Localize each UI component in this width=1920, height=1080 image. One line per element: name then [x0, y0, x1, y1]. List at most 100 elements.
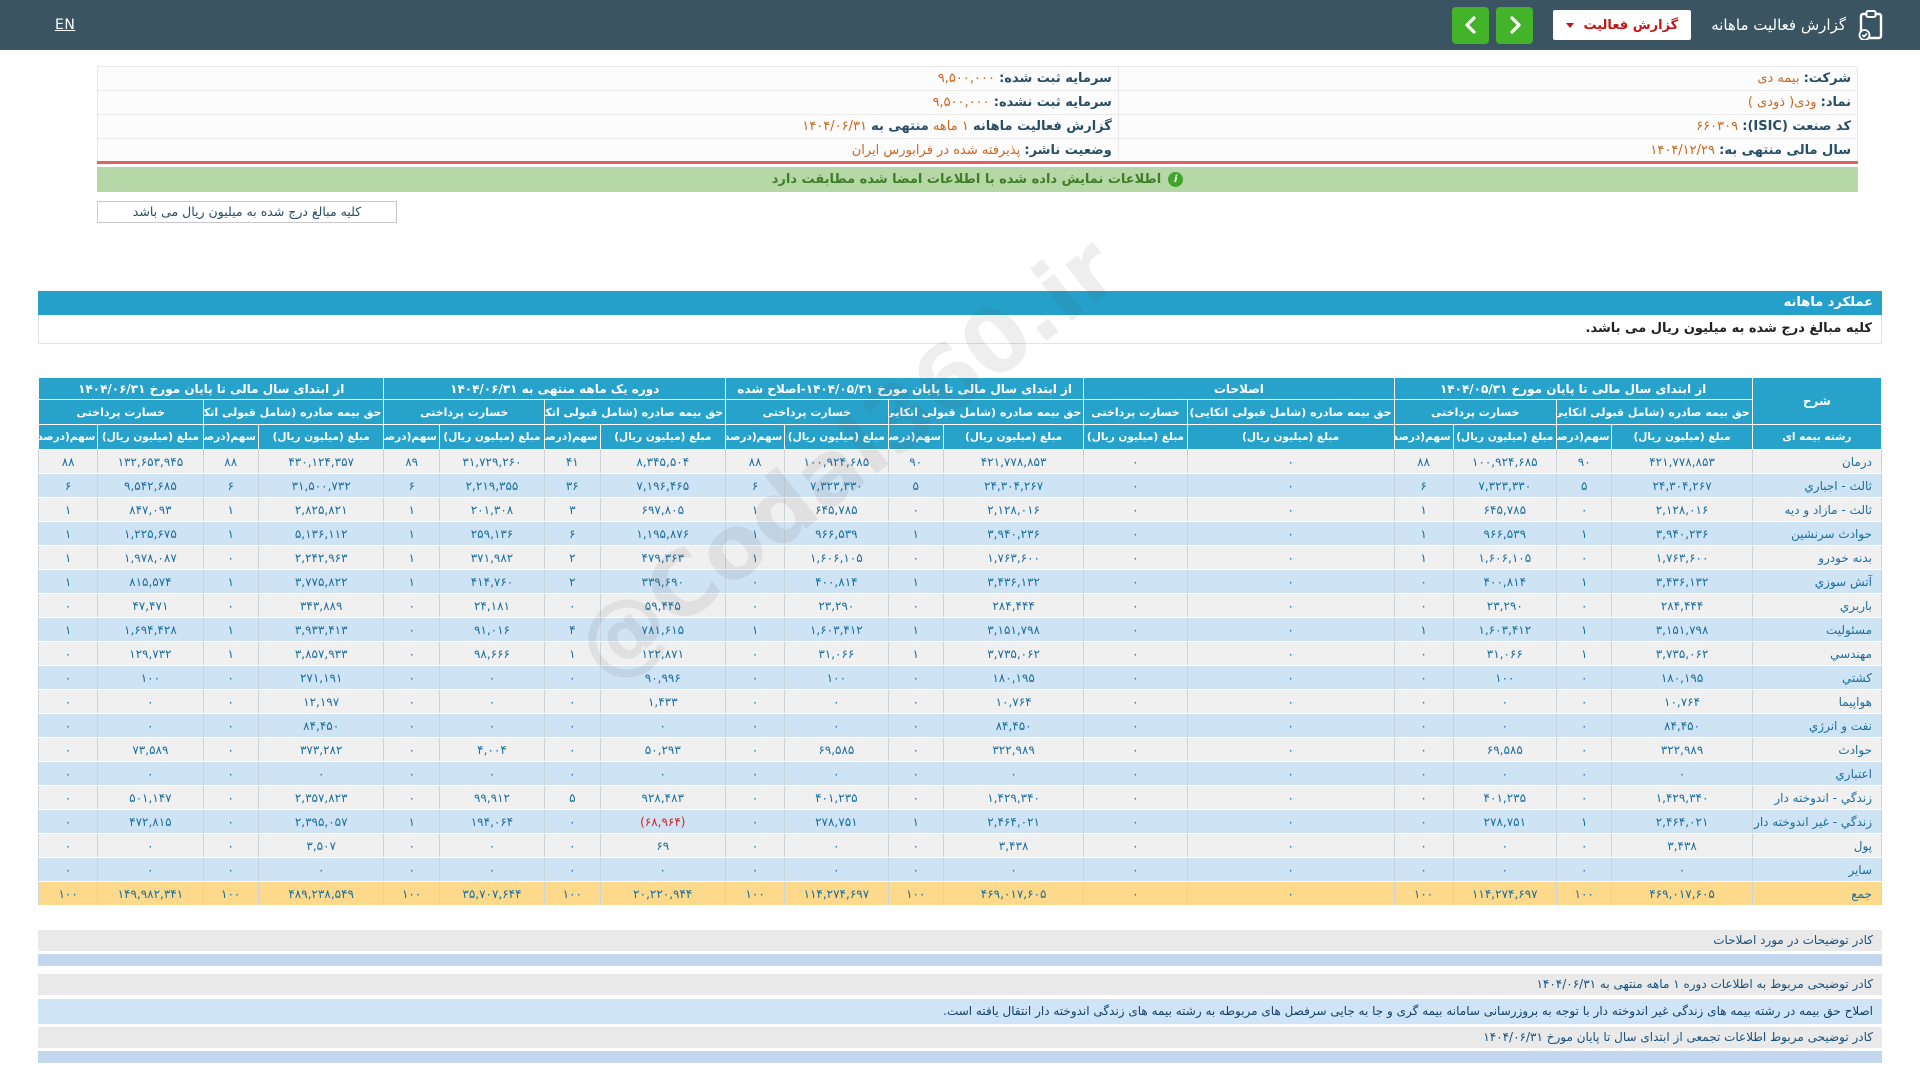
row-label: هواپيما: [1752, 690, 1881, 714]
table-cell: ۰: [1084, 714, 1187, 738]
table-cell: ۶۹,۵۸۵: [1453, 738, 1556, 762]
table-cell: ۰: [888, 762, 943, 786]
table-cell: ۵: [545, 786, 600, 810]
table-cell: ۱: [888, 810, 943, 834]
table-cell: ۴۳۰,۱۲۴,۳۵۷: [258, 450, 384, 474]
symbol-value: ودی( ذودی ): [1748, 95, 1817, 110]
table-cell: ۳۱,۰۶۶: [785, 642, 888, 666]
company-cell: شرکت: بیمه دی: [1118, 67, 1857, 91]
header-group-ytd-prev: از ابتدای سال مالی تا پایان مورخ ۱۴۰۴/۰۵…: [1394, 378, 1752, 400]
table-cell: ۰: [1557, 690, 1612, 714]
table-cell: ۰: [726, 858, 785, 882]
header-share: سهم(درصد): [545, 425, 600, 450]
table-cell: ۰: [1187, 546, 1394, 570]
table-cell: ۰: [726, 570, 785, 594]
capital-unregistered-label: سرمایه ثبت نشده:: [994, 95, 1112, 110]
table-cell: ۰: [1084, 498, 1187, 522]
table-cell: ۰: [39, 666, 98, 690]
header-premium: حق بیمه صادره (شامل قبولی اتکایی): [888, 400, 1084, 425]
chevron-down-icon: [1566, 23, 1574, 28]
capital-registered-value: ۹,۵۰۰,۰۰۰: [938, 71, 995, 86]
table-cell: ۰: [384, 666, 439, 690]
table-cell: ۰: [1557, 666, 1612, 690]
chevron-right-button[interactable]: [1496, 7, 1533, 44]
table-cell: ۱: [203, 498, 258, 522]
table-cell: ۰: [1187, 858, 1394, 882]
table-cell: ۶: [384, 474, 439, 498]
table-cell: ۸۱۵,۵۷۴: [98, 570, 203, 594]
table-cell: ۱۰,۷۶۴: [943, 690, 1083, 714]
table-cell: ۰: [384, 786, 439, 810]
table-cell: ۰: [1394, 738, 1453, 762]
table-row: مهندسي۳,۷۳۵,۰۶۲۱۳۱,۰۶۶۰۰۰۳,۷۳۵,۰۶۲۱۳۱,۰۶…: [39, 642, 1882, 666]
table-cell: ۷,۱۹۶,۴۶۵: [600, 474, 726, 498]
table-cell: ۸۸: [203, 450, 258, 474]
info-icon: i: [1168, 172, 1183, 187]
table-cell: ۱: [545, 642, 600, 666]
table-cell: ۳۱,۵۰۰,۷۳۲: [258, 474, 384, 498]
table-cell: ۰: [1557, 738, 1612, 762]
report-period-label: گزارش فعالیت ماهانه: [973, 119, 1112, 134]
table-cell: ۲,۲۱۹,۳۵۵: [439, 474, 544, 498]
table-cell: ۰: [888, 690, 943, 714]
table-cell: ۳,۴۳۸: [1612, 834, 1752, 858]
fiscal-year-cell: سال مالی منتهی به: ۱۴۰۴/۱۲/۲۹: [1118, 139, 1857, 163]
row-label: مسئوليت: [1752, 618, 1881, 642]
table-cell: ۰: [258, 762, 384, 786]
table-cell: ۰: [943, 762, 1083, 786]
table-cell: ۱۰۰: [98, 666, 203, 690]
table-cell: ۶: [1394, 474, 1453, 498]
table-cell: ۱,۴۲۹,۳۴۰: [943, 786, 1083, 810]
table-cell: ۱۰۰: [39, 882, 98, 906]
notes-section: کادر توضیحات در مورد اصلاحات کادر توضیحی…: [38, 930, 1882, 1063]
table-cell: ۰: [1557, 786, 1612, 810]
table-cell: ۹۰,۹۹۶: [600, 666, 726, 690]
report-period-cell: گزارش فعالیت ماهانه ۱ ماهه منتهی به ۱۴۰۴…: [98, 115, 1119, 139]
table-cell: ۰: [726, 834, 785, 858]
row-label: حوادث: [1752, 738, 1881, 762]
table-cell: ۰: [1187, 786, 1394, 810]
row-label: حوادث سرنشين: [1752, 522, 1881, 546]
table-row: پول۳,۴۳۸۰۰۰۰۰۳,۴۳۸۰۰۰۶۹۰۰۰۳,۵۰۷۰۰۰: [39, 834, 1882, 858]
table-cell: ۰: [1187, 666, 1394, 690]
units-note-box: کلیه مبالغ درج شده به میلیون ریال می باش…: [97, 201, 397, 223]
company-value: بیمه دی: [1757, 71, 1799, 86]
table-cell: ۵,۱۳۶,۱۱۲: [258, 522, 384, 546]
table-cell: ۱: [1557, 570, 1612, 594]
table-cell: ۰: [1453, 834, 1556, 858]
table-cell: ۰: [726, 690, 785, 714]
clipboard-report-icon[interactable]: [1858, 10, 1884, 40]
table-cell: ۰: [1084, 882, 1187, 906]
table-cell: ۹۲۸,۴۸۳: [600, 786, 726, 810]
table-cell: ۲۷۸,۷۵۱: [785, 810, 888, 834]
header-premium: حق بیمه صادره (شامل قبولی اتکایی): [1187, 400, 1394, 425]
table-cell: ۴۷۲,۸۱۵: [98, 810, 203, 834]
table-cell: ۰: [1084, 834, 1187, 858]
table-cell: ۲۰,۲۲۰,۹۴۴: [600, 882, 726, 906]
table-cell: ۰: [384, 858, 439, 882]
table-cell: ۰: [726, 714, 785, 738]
table-cell: ۱۲۹,۷۳۲: [98, 642, 203, 666]
table-cell: ۰: [39, 858, 98, 882]
language-switch-link[interactable]: EN: [55, 17, 75, 33]
table-cell: ۱: [384, 522, 439, 546]
table-cell: ۲۴,۳۰۴,۲۶۷: [943, 474, 1083, 498]
row-label: اعتباري: [1752, 762, 1881, 786]
table-cell: ۰: [1084, 690, 1187, 714]
table-cell: ۸۸: [726, 450, 785, 474]
report-type-dropdown[interactable]: گزارش فعالیت: [1553, 10, 1691, 40]
table-cell: ۰: [888, 834, 943, 858]
symbol-label: نماد:: [1821, 95, 1851, 110]
table-cell: ۱: [384, 546, 439, 570]
cumulative-note-label: کادر توضیحی مربوط اطلاعات تجمعی از ابتدا…: [38, 1027, 1882, 1048]
table-cell: ۰: [439, 834, 544, 858]
table-cell: ۰: [785, 714, 888, 738]
table-cell: ۰: [545, 834, 600, 858]
table-cell: ۱۰۰: [384, 882, 439, 906]
chevron-left-button[interactable]: [1452, 7, 1489, 44]
table-cell: ۰: [1557, 546, 1612, 570]
row-label: باربري: [1752, 594, 1881, 618]
header-premium: حق بیمه صادره (شامل قبولی اتکایی): [203, 400, 384, 425]
table-cell: ۴۱: [545, 450, 600, 474]
fiscal-year-value: ۱۴۰۴/۱۲/۲۹: [1650, 143, 1715, 158]
